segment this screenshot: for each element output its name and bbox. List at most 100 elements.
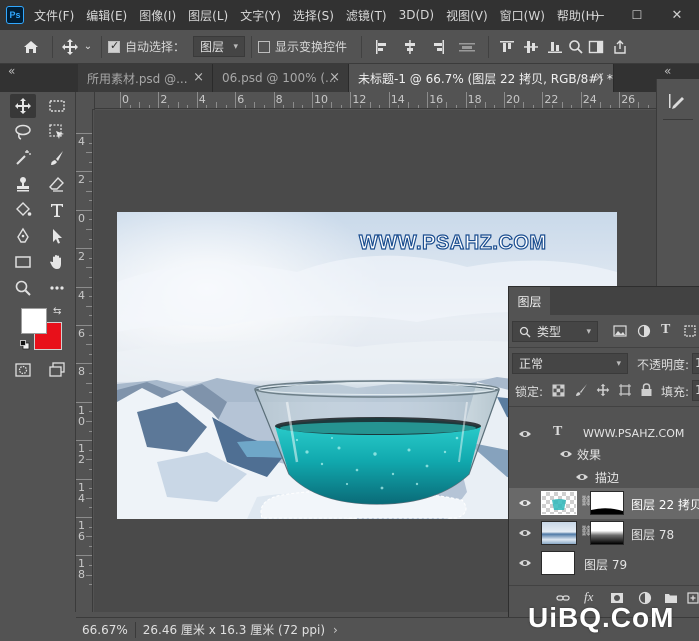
path-selection-tool-icon[interactable] — [44, 224, 70, 248]
workspace-icon[interactable] — [585, 39, 607, 55]
menu-type[interactable]: 文字(Y) — [240, 7, 281, 24]
default-colors-icon[interactable] — [20, 339, 30, 350]
visibility-eye-icon[interactable] — [518, 528, 532, 538]
marquee-tool-icon[interactable] — [44, 94, 70, 118]
stamp-tool-icon[interactable] — [10, 172, 36, 196]
menu-filter[interactable]: 滤镜(T) — [346, 7, 387, 24]
auto-select-checkbox[interactable] — [108, 39, 120, 53]
collapse-panels-icon[interactable]: « — [664, 64, 671, 78]
opacity-field[interactable]: 1 — [692, 353, 699, 374]
lasso-tool-icon[interactable] — [10, 120, 36, 144]
type-tool-icon[interactable] — [44, 198, 70, 222]
filter-shape-icon[interactable] — [683, 324, 699, 340]
object-selection-tool-icon[interactable] — [44, 120, 70, 144]
layer-row[interactable]: 图层 79 — [509, 548, 699, 579]
align-right-edges-icon[interactable] — [424, 39, 452, 55]
layer-name: 图层 78 — [631, 528, 675, 542]
paint-bucket-tool-icon[interactable] — [10, 198, 36, 222]
fill-field[interactable]: 1 — [692, 380, 699, 401]
align-horizontal-centers-icon[interactable] — [396, 39, 424, 55]
align-left-edges-icon[interactable] — [368, 39, 396, 55]
collapse-toolbar-icon[interactable]: « — [8, 64, 15, 78]
align-vertical-centers-icon[interactable] — [519, 39, 543, 55]
more-tools-icon[interactable] — [44, 276, 70, 300]
layer-row-selected[interactable]: ⛓ 图层 22 拷贝 — [509, 488, 699, 519]
divider — [101, 35, 102, 58]
ruler-minor-tick — [360, 105, 361, 108]
layer-effect-stroke[interactable]: 描边 — [509, 465, 699, 487]
close-icon[interactable]: × — [329, 70, 340, 85]
move-tool-icon[interactable] — [59, 38, 81, 56]
chevron-down-icon[interactable]: ⌄ — [81, 41, 95, 52]
layer-effects-group[interactable]: 效果 — [509, 442, 699, 464]
lock-artboard-icon[interactable] — [618, 383, 632, 397]
auto-select-target-dropdown[interactable]: 图层 ▾ — [193, 36, 246, 57]
zoom-level[interactable]: 66.67% — [82, 623, 128, 637]
visibility-eye-icon[interactable] — [518, 558, 532, 568]
tab-document-2[interactable]: 06.psd @ 100% (... × — [213, 64, 349, 92]
ruler-minor-tick — [89, 161, 92, 163]
zoom-tool-icon[interactable] — [10, 276, 36, 300]
align-top-edges-icon[interactable] — [495, 39, 519, 55]
new-layer-icon[interactable] — [686, 591, 699, 605]
opacity-label: 不透明度: — [637, 358, 690, 372]
blend-mode-dropdown[interactable]: 正常 ▾ — [512, 353, 628, 374]
menu-3d[interactable]: 3D(D) — [399, 8, 434, 22]
foreground-color-swatch[interactable] — [21, 308, 47, 334]
menu-file[interactable]: 文件(F) — [34, 7, 74, 24]
tab-layers[interactable]: 图层 — [509, 287, 550, 315]
maximize-button[interactable]: ☐ — [620, 0, 654, 30]
layer-filter-dropdown[interactable]: 类型 ▾ — [512, 321, 598, 342]
menu-window[interactable]: 窗口(W) — [500, 7, 545, 24]
filter-adjustment-icon[interactable] — [637, 324, 653, 340]
ruler-origin[interactable] — [76, 92, 95, 110]
search-icon[interactable] — [567, 39, 585, 55]
status-menu-arrow-icon[interactable]: › — [333, 623, 338, 637]
minimize-button[interactable]: — — [581, 0, 615, 30]
ruler-major-tick — [76, 555, 92, 557]
menu-edit[interactable]: 编辑(E) — [86, 7, 127, 24]
menu-image[interactable]: 图像(I) — [139, 7, 176, 24]
move-tool-icon[interactable] — [10, 94, 36, 118]
layer-mask-thumbnail[interactable] — [590, 521, 624, 545]
show-transform-label: 显示变换控件 — [275, 40, 348, 54]
layer-row[interactable]: ⛓ 图层 78 — [509, 518, 699, 549]
lock-position-icon[interactable] — [596, 383, 610, 397]
lock-pixels-icon[interactable] — [575, 383, 589, 397]
magic-wand-tool-icon[interactable] — [10, 146, 36, 170]
filter-pixel-icon[interactable] — [613, 324, 629, 340]
align-bottom-edges-icon[interactable] — [543, 39, 567, 55]
options-bar: ⌄ 自动选择： 图层 ▾ 显示变换控件 — [0, 30, 699, 64]
layer-mask-thumbnail[interactable] — [590, 491, 624, 515]
menu-view[interactable]: 视图(V) — [446, 7, 488, 24]
ruler-major-tick — [76, 325, 92, 326]
swap-colors-icon[interactable]: ⇆ — [53, 306, 65, 318]
visibility-eye-icon[interactable] — [518, 498, 532, 508]
ruler-minor-tick — [86, 267, 92, 269]
visibility-eye-icon[interactable] — [559, 449, 573, 459]
lock-all-icon[interactable] — [640, 383, 654, 397]
quick-mask-icon[interactable] — [10, 358, 36, 382]
show-transform-checkbox[interactable] — [258, 40, 271, 53]
filter-type-icon[interactable]: T — [661, 322, 677, 338]
brush-tool-icon[interactable] — [44, 146, 70, 170]
close-window-button[interactable]: ✕ — [660, 0, 694, 30]
tab-document-active[interactable]: 未标题-1 @ 66.7% (图层 22 拷贝, RGB/8#) * × — [349, 64, 614, 92]
close-icon[interactable]: × — [594, 70, 605, 85]
lock-transparent-icon[interactable] — [552, 384, 566, 398]
share-icon[interactable] — [611, 39, 629, 55]
pen-tool-icon[interactable] — [10, 224, 36, 248]
menu-select[interactable]: 选择(S) — [293, 7, 334, 24]
screen-mode-icon[interactable] — [44, 358, 70, 382]
close-icon[interactable]: × — [193, 70, 204, 85]
hand-tool-icon[interactable] — [44, 250, 70, 274]
visibility-eye-icon[interactable] — [575, 472, 589, 482]
home-icon[interactable] — [16, 38, 46, 56]
properties-panel-icon[interactable] — [667, 91, 689, 113]
tab-document-1[interactable]: 所用素材.psd @... × — [78, 64, 213, 92]
eraser-tool-icon[interactable] — [44, 172, 70, 196]
menu-layer[interactable]: 图层(L) — [188, 7, 228, 24]
rectangle-tool-icon[interactable] — [10, 250, 36, 274]
distribute-icon[interactable] — [452, 39, 482, 55]
visibility-eye-icon[interactable] — [518, 429, 532, 439]
